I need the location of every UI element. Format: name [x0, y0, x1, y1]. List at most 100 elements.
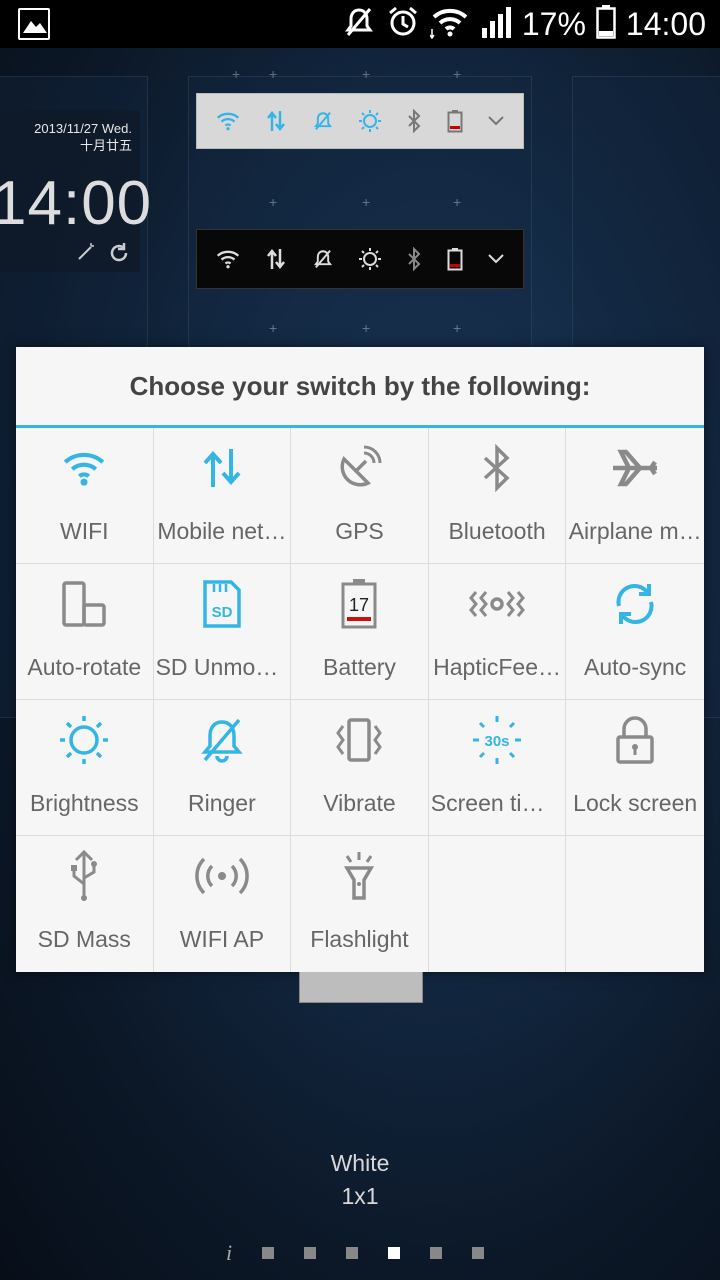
switch-label: Mobile net… — [157, 518, 287, 544]
grid-marker: + — [362, 194, 371, 210]
grid-marker: + — [269, 66, 278, 82]
switch-auto-rotate[interactable]: Auto-rotate — [16, 564, 154, 700]
switch-sd-card[interactable]: SD SD Unmou… — [153, 564, 292, 700]
grid-marker: + — [453, 194, 462, 210]
page-dot[interactable] — [304, 1247, 317, 1259]
grid-marker: + — [269, 194, 278, 210]
mute-icon — [342, 5, 376, 44]
switch-gps[interactable]: GPS — [291, 428, 429, 564]
switch-battery[interactable]: 17 Battery — [291, 564, 429, 700]
clock-time: 14:00 — [0, 169, 153, 238]
usb-icon — [16, 850, 153, 902]
bluetooth-icon — [429, 442, 566, 494]
grid-marker: + — [269, 320, 278, 336]
auto-rotate-icon — [16, 578, 153, 630]
clock-date: 2013/11/27 Wed. 十月廿五 — [34, 120, 132, 154]
switch-wifi[interactable]: WIFI — [16, 428, 154, 564]
switch-usb[interactable]: SD Mass — [16, 836, 154, 972]
switch-grid: WIFI Mobile net… GPS Bluetooth Airplane m… Au… — [16, 428, 704, 972]
switch-ringer[interactable]: Ringer — [153, 700, 292, 836]
grid-marker: + — [362, 320, 371, 336]
switch-hotspot[interactable]: WIFI AP — [154, 836, 292, 972]
grid-marker: + — [453, 320, 462, 336]
switch-label: Flashlight — [310, 926, 409, 952]
switch-label: Vibrate — [323, 790, 396, 816]
clock-lunar-date: 十月廿五 — [79, 138, 132, 153]
switch-label: Auto-rotate — [27, 654, 142, 680]
battery-percent: 17% — [521, 5, 586, 42]
hotspot-icon — [154, 850, 291, 902]
flashlight-icon — [291, 850, 428, 902]
switch-label: SD Mass — [37, 926, 131, 952]
switch-sync[interactable]: Auto-sync — [566, 564, 704, 700]
sd-card-icon: SD — [154, 578, 291, 630]
switch-label: Lock screen — [573, 790, 698, 816]
switch-bar-preview-white — [196, 93, 524, 149]
grid-marker: + — [453, 66, 462, 82]
page-dot[interactable] — [430, 1247, 443, 1259]
svg-text:SD: SD — [211, 604, 232, 621]
refresh-icon — [108, 242, 130, 269]
switch-label: Battery — [323, 654, 396, 680]
switch-airplane[interactable]: Airplane m… — [566, 428, 704, 564]
signal-icon — [480, 6, 512, 43]
page-dot[interactable] — [346, 1247, 359, 1259]
wifi-icon — [16, 442, 153, 494]
wifi-icon — [429, 5, 470, 44]
switch-mobile-data[interactable]: Mobile net… — [153, 428, 292, 564]
widget-size: 1x1 — [341, 1183, 379, 1209]
gps-icon — [291, 442, 428, 494]
switch-vibrate[interactable]: Vibrate — [291, 700, 429, 836]
switch-bar-preview-black — [196, 229, 524, 289]
switch-lock[interactable]: Lock screen — [566, 700, 704, 836]
switch-screen-timeout[interactable]: 30s Screen tim… — [428, 700, 567, 836]
battery-icon — [596, 4, 616, 44]
switch-bluetooth[interactable]: Bluetooth — [428, 428, 567, 564]
grid-marker: + — [362, 66, 371, 82]
svg-text:17: 17 — [349, 595, 369, 615]
widget-thumbnail[interactable] — [299, 972, 423, 1003]
alarm-icon — [386, 5, 420, 44]
switch-label: HapticFee… — [433, 654, 561, 680]
switch-label: Airplane m… — [568, 518, 702, 544]
switch-label: WIFI — [60, 518, 109, 544]
brightness-icon — [16, 714, 153, 766]
switch-empty-slot — [429, 836, 567, 972]
switch-label: Ringer — [188, 790, 256, 816]
screen-timeout-icon: 30s — [429, 714, 566, 766]
switch-brightness[interactable]: Brightness — [16, 700, 154, 836]
airplane-icon — [566, 442, 704, 494]
page-indicator: i — [226, 1240, 485, 1266]
clock-widget: 2013/11/27 Wed. 十月廿五 14:00 — [0, 110, 151, 272]
info-icon[interactable]: i — [226, 1240, 232, 1266]
choose-switch-dialog: Choose your switch by the following: WIF… — [16, 347, 704, 972]
switch-label: Bluetooth — [448, 518, 546, 544]
status-bar: 17% 14:00 — [0, 0, 720, 48]
page-dot[interactable] — [472, 1247, 485, 1259]
grid-marker: + — [232, 66, 241, 82]
sync-icon — [566, 578, 704, 630]
page-dot-active[interactable] — [388, 1247, 401, 1259]
dialog-title: Choose your switch by the following: — [16, 347, 704, 428]
clock-date-text: 2013/11/27 Wed. — [34, 121, 132, 136]
mobile-data-icon — [154, 442, 291, 494]
lock-icon — [566, 714, 704, 766]
wand-icon — [76, 242, 96, 267]
widget-name: White — [330, 1150, 390, 1176]
switch-flashlight[interactable]: Flashlight — [291, 836, 429, 972]
page-dot[interactable] — [262, 1247, 275, 1259]
switch-label: GPS — [335, 518, 384, 544]
switch-label: Auto-sync — [584, 654, 687, 680]
switch-label: Brightness — [29, 790, 139, 816]
switch-label: WIFI AP — [179, 926, 265, 952]
gallery-icon — [18, 8, 50, 40]
battery-icon: 17 — [291, 578, 428, 630]
status-time: 14:00 — [625, 5, 706, 42]
switch-haptic[interactable]: HapticFee… — [428, 564, 567, 700]
switch-label: SD Unmou… — [155, 654, 289, 680]
ringer-icon — [154, 714, 291, 766]
switch-label: Screen tim… — [430, 790, 564, 816]
haptic-icon — [429, 578, 566, 630]
switch-empty-slot — [566, 836, 704, 972]
svg-text:30s: 30s — [485, 733, 510, 750]
